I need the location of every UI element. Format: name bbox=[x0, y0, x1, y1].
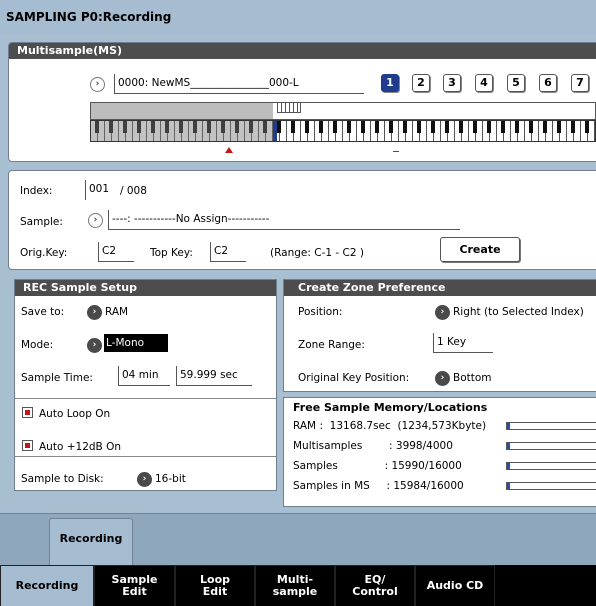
top-key-field[interactable]: C2 bbox=[210, 242, 246, 262]
sample-time-sec-field[interactable]: 59.999 sec bbox=[176, 366, 252, 386]
auto-loop-label: Auto Loop On bbox=[39, 408, 111, 420]
memory-row-multisamples: Multisamples : 3998/4000 bbox=[293, 440, 453, 452]
zone-bar bbox=[90, 102, 596, 120]
memory-bar-multisamples bbox=[506, 442, 596, 450]
orig-key-position-value[interactable]: Bottom bbox=[453, 372, 492, 384]
orig-key-label: Orig.Key: bbox=[20, 247, 68, 259]
orig-key-position-arrow-icon[interactable]: › bbox=[435, 371, 450, 386]
bottom-tab-sample-edit[interactable]: Sample Edit bbox=[94, 565, 175, 606]
memory-bar-ram bbox=[506, 422, 596, 430]
high-key-marker-outline-icon bbox=[393, 148, 399, 152]
memory-bar-samples-in-ms bbox=[506, 482, 596, 490]
position-arrow-icon[interactable]: › bbox=[435, 305, 450, 320]
ms-index-button-2[interactable]: 2 bbox=[412, 74, 430, 92]
sample-label: Sample: bbox=[20, 216, 63, 228]
multisample-name-field[interactable]: 0000: NewMS_______________000-L bbox=[114, 74, 364, 94]
orig-key-field[interactable]: C2 bbox=[98, 242, 134, 262]
position-label: Position: bbox=[298, 306, 343, 318]
memory-row-ram: RAM : 13168.7sec (1234,573Kbyte) bbox=[293, 420, 487, 432]
ms-index-button-3[interactable]: 3 bbox=[443, 74, 461, 92]
auto-loop-checkbox[interactable] bbox=[22, 407, 33, 418]
index-label: Index: bbox=[20, 185, 53, 197]
title-bar: SAMPLING P0:Recording bbox=[0, 0, 596, 35]
zone-range-label: Zone Range: bbox=[298, 339, 365, 351]
save-to-label: Save to: bbox=[21, 306, 65, 318]
top-key-label: Top Key: bbox=[150, 247, 193, 259]
mode-arrow-icon[interactable]: › bbox=[87, 338, 102, 353]
bottom-tab-eq-control[interactable]: EQ/ Control bbox=[335, 565, 415, 606]
create-button[interactable]: Create bbox=[440, 237, 520, 262]
bottom-tab-recording[interactable]: Recording bbox=[0, 565, 94, 606]
sample-select-arrow-icon[interactable]: › bbox=[88, 213, 103, 228]
memory-row-samples-in-ms: Samples in MS : 15984/16000 bbox=[293, 480, 464, 492]
sample-time-min-field[interactable]: 04 min bbox=[118, 366, 170, 386]
memory-bar-samples bbox=[506, 462, 596, 470]
memory-row-samples: Samples : 15990/16000 bbox=[293, 460, 462, 472]
zone-range-field[interactable]: 1 Key bbox=[433, 333, 493, 353]
ms-index-button-1[interactable]: 1 bbox=[381, 74, 399, 92]
page-tab-recording[interactable]: Recording bbox=[49, 518, 133, 565]
orig-key-position-label: Original Key Position: bbox=[298, 372, 410, 384]
bottom-tab-audio-cd[interactable]: Audio CD bbox=[415, 565, 495, 606]
save-to-arrow-icon[interactable]: › bbox=[87, 305, 102, 320]
sample-to-disk-arrow-icon[interactable]: › bbox=[137, 472, 152, 487]
sample-to-disk-value[interactable]: 16-bit bbox=[155, 473, 186, 485]
ms-index-button-6[interactable]: 6 bbox=[539, 74, 557, 92]
auto-12db-label: Auto +12dB On bbox=[39, 441, 122, 453]
multisample-select-arrow-icon[interactable]: › bbox=[90, 77, 105, 92]
ms-index-button-4[interactable]: 4 bbox=[475, 74, 493, 92]
ms-index-button-5[interactable]: 5 bbox=[507, 74, 525, 92]
position-value[interactable]: Right (to Selected Index) bbox=[453, 306, 584, 318]
zone-preference-header: Create Zone Preference bbox=[284, 280, 596, 296]
memory-header: Free Sample Memory/Locations bbox=[293, 401, 488, 414]
mode-value[interactable]: L-Mono bbox=[104, 334, 168, 352]
bottom-tab-loop-edit[interactable]: Loop Edit bbox=[175, 565, 255, 606]
bottom-tab-multisample[interactable]: Multi- sample bbox=[255, 565, 335, 606]
sample-time-label: Sample Time: bbox=[21, 372, 93, 384]
sample-field[interactable]: ----: -----------No Assign----------- bbox=[108, 210, 460, 230]
range-text: (Range: C-1 - C2 ) bbox=[270, 247, 364, 259]
low-key-marker-icon bbox=[225, 147, 233, 153]
sample-to-disk-label: Sample to Disk: bbox=[21, 473, 104, 485]
index-total: / 008 bbox=[120, 185, 147, 197]
auto-12db-checkbox[interactable] bbox=[22, 440, 33, 451]
page-title: SAMPLING P0:Recording bbox=[6, 10, 172, 24]
multisample-header: Multisample(MS) bbox=[9, 43, 596, 59]
mode-label: Mode: bbox=[21, 339, 54, 351]
save-to-value[interactable]: RAM bbox=[105, 306, 128, 318]
ms-index-button-7[interactable]: 7 bbox=[571, 74, 589, 92]
rec-sample-setup-header: REC Sample Setup bbox=[15, 280, 276, 296]
index-field[interactable]: 001 bbox=[85, 180, 118, 200]
keyboard-display[interactable] bbox=[90, 120, 596, 142]
